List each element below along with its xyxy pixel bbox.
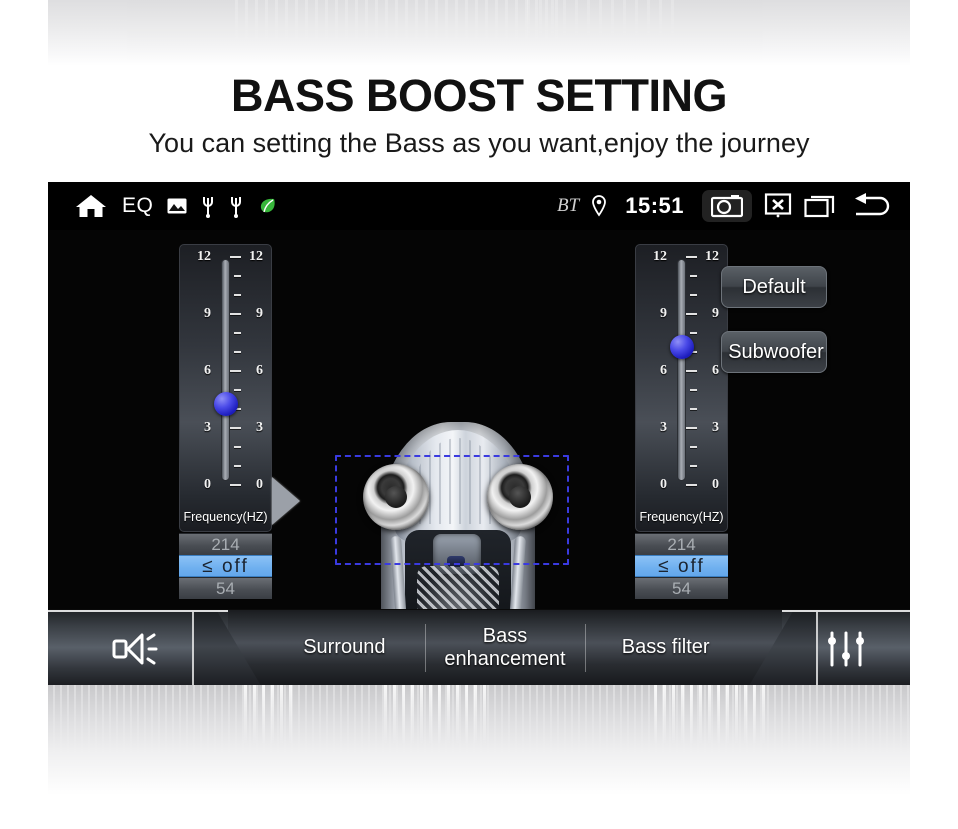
default-button-label: Default <box>742 275 806 298</box>
tab-speaker-volume[interactable] <box>48 609 228 685</box>
slider-scale-left: 12 9 6 3 0 <box>185 245 211 531</box>
clock-label: 15:51 <box>625 193 684 218</box>
equalizer-sliders-icon <box>824 629 868 669</box>
status-bar-right-group: BT 15:51 <box>557 190 910 222</box>
scale-label: 0 <box>712 477 719 492</box>
slider-knob[interactable] <box>669 335 694 359</box>
bluetooth-label[interactable]: BT <box>557 195 579 217</box>
value-state[interactable]: ≤ off <box>635 555 728 577</box>
status-bar-left-group: EQ <box>48 192 277 220</box>
rear-bass-slider-panel[interactable]: 12 9 6 3 0 12 9 6 3 0 Frequency(HZ) 214 … <box>635 244 728 599</box>
value-low[interactable]: 54 <box>635 577 728 599</box>
value-state[interactable]: ≤ off <box>179 555 272 577</box>
slider-scale-right: 12 9 6 3 0 <box>229 245 263 531</box>
slider-track[interactable] <box>213 259 238 481</box>
page-subtitle: You can setting the Bass as you want,enj… <box>148 128 810 158</box>
reflection-block <box>378 685 488 747</box>
recent-apps-icon[interactable] <box>804 193 838 219</box>
scale-label: 9 <box>204 306 211 321</box>
tab-bass-enhancement[interactable]: Bass enhancement <box>424 610 586 686</box>
scale-label: 3 <box>204 420 211 435</box>
scale-label: 12 <box>653 249 667 264</box>
scale-label: 3 <box>660 420 667 435</box>
front-zone-arrow-icon <box>272 477 300 525</box>
speaker-front-left-icon[interactable] <box>363 464 429 530</box>
scale-label: 3 <box>256 420 263 435</box>
top-reflection <box>48 0 910 66</box>
scale-label: 6 <box>256 363 263 378</box>
value-high[interactable]: 214 <box>179 533 272 555</box>
scale-label: 12 <box>705 249 719 264</box>
home-icon[interactable] <box>74 192 108 220</box>
slider-face[interactable]: 12 9 6 3 0 12 9 6 3 0 Frequency(HZ) <box>179 244 272 532</box>
speaker-front-right-icon[interactable] <box>487 464 553 530</box>
scale-label: 9 <box>256 306 263 321</box>
usb-icon[interactable] <box>229 194 243 218</box>
value-low[interactable]: 54 <box>179 577 272 599</box>
tab-bass-filter[interactable]: Bass filter <box>585 610 782 686</box>
gps-leaf-icon[interactable] <box>257 196 277 216</box>
device-screen: EQ BT 15:51 12 9 6 3 0 12 9 6 3 0 Freque… <box>48 182 910 685</box>
tab-surround[interactable]: Surround <box>228 610 425 686</box>
bottom-reflection <box>48 685 910 795</box>
scale-label: 3 <box>712 420 719 435</box>
reflection-block <box>648 685 768 747</box>
slider-knob[interactable] <box>213 392 238 416</box>
scale-label: 6 <box>660 363 667 378</box>
gallery-icon[interactable] <box>167 198 187 214</box>
subwoofer-button-label: Subwoofer <box>728 340 824 363</box>
scale-label: 6 <box>204 363 211 378</box>
slider-value-stack: 214 ≤ off 54 <box>635 533 728 599</box>
value-high[interactable]: 214 <box>635 533 728 555</box>
scale-label: 0 <box>256 477 263 492</box>
scale-label: 6 <box>712 363 719 378</box>
slider-scale-right: 12 9 6 3 0 <box>685 245 719 531</box>
scale-label: 9 <box>712 306 719 321</box>
location-pin-icon[interactable] <box>591 195 607 217</box>
slider-value-stack: 214 ≤ off 54 <box>179 533 272 599</box>
speaker-volume-icon <box>110 628 166 670</box>
back-arrow-icon[interactable] <box>850 192 894 220</box>
scale-label: 9 <box>660 306 667 321</box>
scale-label: 12 <box>197 249 211 264</box>
status-bar: EQ BT 15:51 <box>48 182 910 230</box>
default-button[interactable]: Default <box>721 266 827 308</box>
eq-label[interactable]: EQ <box>122 194 153 218</box>
subwoofer-button[interactable]: Subwoofer <box>721 331 827 373</box>
scale-label: 0 <box>204 477 211 492</box>
tab-bass-enhancement-label: Bass enhancement <box>444 624 566 670</box>
page-title: BASS BOOST SETTING <box>230 70 728 121</box>
scale-label: 0 <box>660 477 667 492</box>
usb-icon[interactable] <box>201 194 215 218</box>
tab-surround-label: Surround <box>303 636 386 658</box>
camera-icon[interactable] <box>702 190 752 222</box>
slider-face[interactable]: 12 9 6 3 0 12 9 6 3 0 Frequency(HZ) <box>635 244 728 532</box>
tab-equalizer[interactable] <box>782 609 910 685</box>
frequency-label: Frequency(HZ) <box>639 510 724 524</box>
frequency-label: Frequency(HZ) <box>183 510 268 524</box>
front-bass-slider-panel[interactable]: 12 9 6 3 0 12 9 6 3 0 Frequency(HZ) 214 … <box>179 244 272 599</box>
scale-label: 12 <box>249 249 263 264</box>
slider-scale-left: 12 9 6 3 0 <box>641 245 667 531</box>
screen-off-icon[interactable] <box>764 193 792 219</box>
tab-bass-filter-label: Bass filter <box>621 636 710 658</box>
slider-track[interactable] <box>669 259 694 481</box>
bottom-tab-bar: Surround Bass enhancement Bass filter <box>48 609 910 685</box>
reflection-block <box>238 685 298 747</box>
page-root: BASS BOOST SETTING You can setting the B… <box>0 0 958 829</box>
